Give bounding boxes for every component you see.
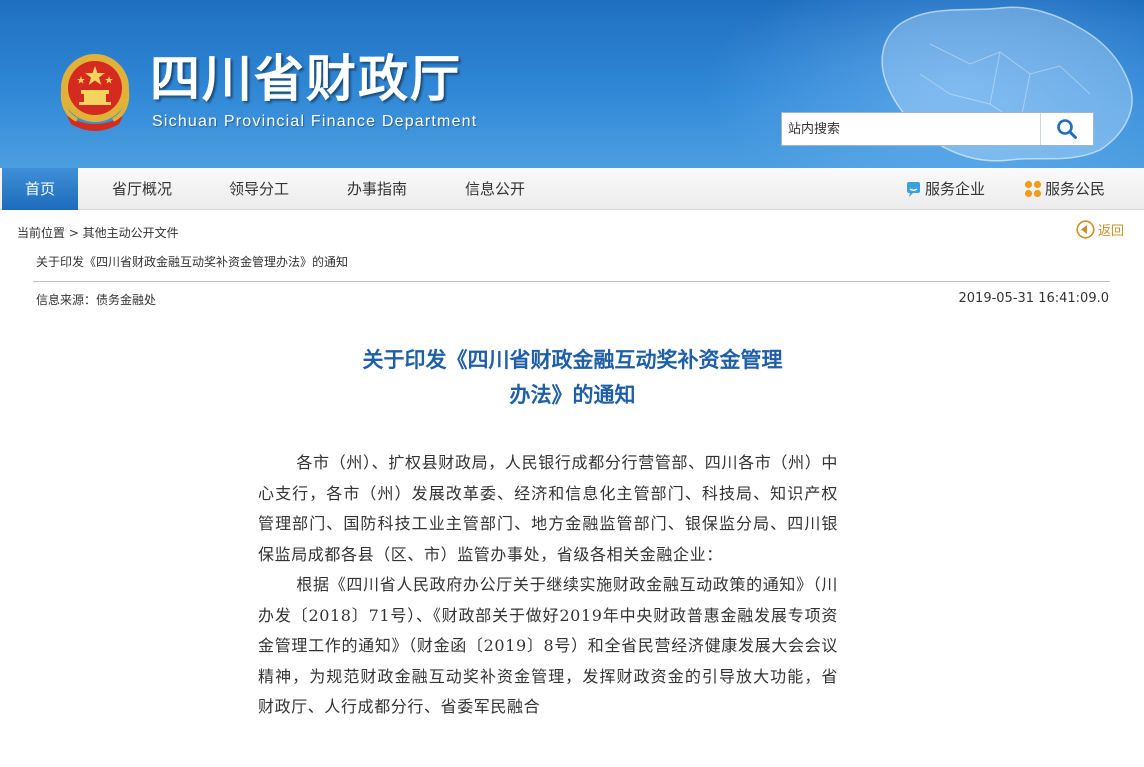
site-subtitle: Sichuan Provincial Finance Department xyxy=(152,113,478,130)
divider xyxy=(33,281,1110,282)
serve-citizens-label: 服务公民 xyxy=(1045,180,1106,198)
national-emblem-icon xyxy=(60,54,130,131)
article-title-line2: 办法》的通知 xyxy=(509,382,636,407)
search-input[interactable] xyxy=(782,113,1040,145)
back-label: 返回 xyxy=(1098,224,1125,239)
nav-item-disclosure[interactable]: 信息公开 xyxy=(455,168,535,210)
search-icon xyxy=(1057,119,1077,139)
serve-enterprise-label: 服务企业 xyxy=(925,180,986,198)
document-crumb-title: 关于印发《四川省财政金融互动奖补资金管理办法》的通知 xyxy=(36,255,349,269)
nav-item-home[interactable]: 首页 xyxy=(2,168,78,210)
back-button[interactable]: 返回 xyxy=(1076,220,1124,239)
site-title: 四川省财政厅 xyxy=(150,50,462,108)
search-box xyxy=(781,112,1094,146)
search-button[interactable] xyxy=(1040,113,1093,145)
article-body: 各市（州）、扩权县财政局，人民银行成都分行营管部、四川各市（州）中心支行，各市（… xyxy=(258,448,838,723)
nav-item-guide[interactable]: 办事指南 xyxy=(337,168,417,210)
article-title-line1: 关于印发《四川省财政金融互动奖补资金管理 xyxy=(362,347,783,372)
article-paragraph: 各市（州）、扩权县财政局，人民银行成都分行营管部、四川各市（州）中心支行，各市（… xyxy=(258,453,838,564)
main-nav: 首页 省厅概况 领导分工 办事指南 信息公开 服务企业 服务公民 xyxy=(0,168,1144,210)
info-source: 信息来源：债务金融处 xyxy=(36,293,157,307)
nav-item-overview[interactable]: 省厅概况 xyxy=(102,168,182,210)
back-arrow-icon xyxy=(1076,220,1095,239)
header-banner: 四川省财政厅 Sichuan Provincial Finance Depart… xyxy=(0,0,1144,168)
nav-item-leadership[interactable]: 领导分工 xyxy=(219,168,299,210)
chat-bubble-icon xyxy=(907,181,920,197)
grid-dots-icon xyxy=(1024,180,1042,198)
nav-link-serve-citizens[interactable]: 服务公民 xyxy=(1024,168,1105,210)
article-paragraph: 根据《四川省人民政府办公厅关于继续实施财政金融互动政策的通知》（川办发〔2018… xyxy=(258,575,838,716)
article-title: 关于印发《四川省财政金融互动奖补资金管理 办法》的通知 xyxy=(290,342,855,412)
breadcrumb: 当前位置 > 其他主动公开文件 xyxy=(17,226,179,240)
nav-link-serve-enterprise[interactable]: 服务企业 xyxy=(905,168,985,210)
publish-datetime: 2019-05-31 16:41:09.0 xyxy=(958,291,1109,306)
